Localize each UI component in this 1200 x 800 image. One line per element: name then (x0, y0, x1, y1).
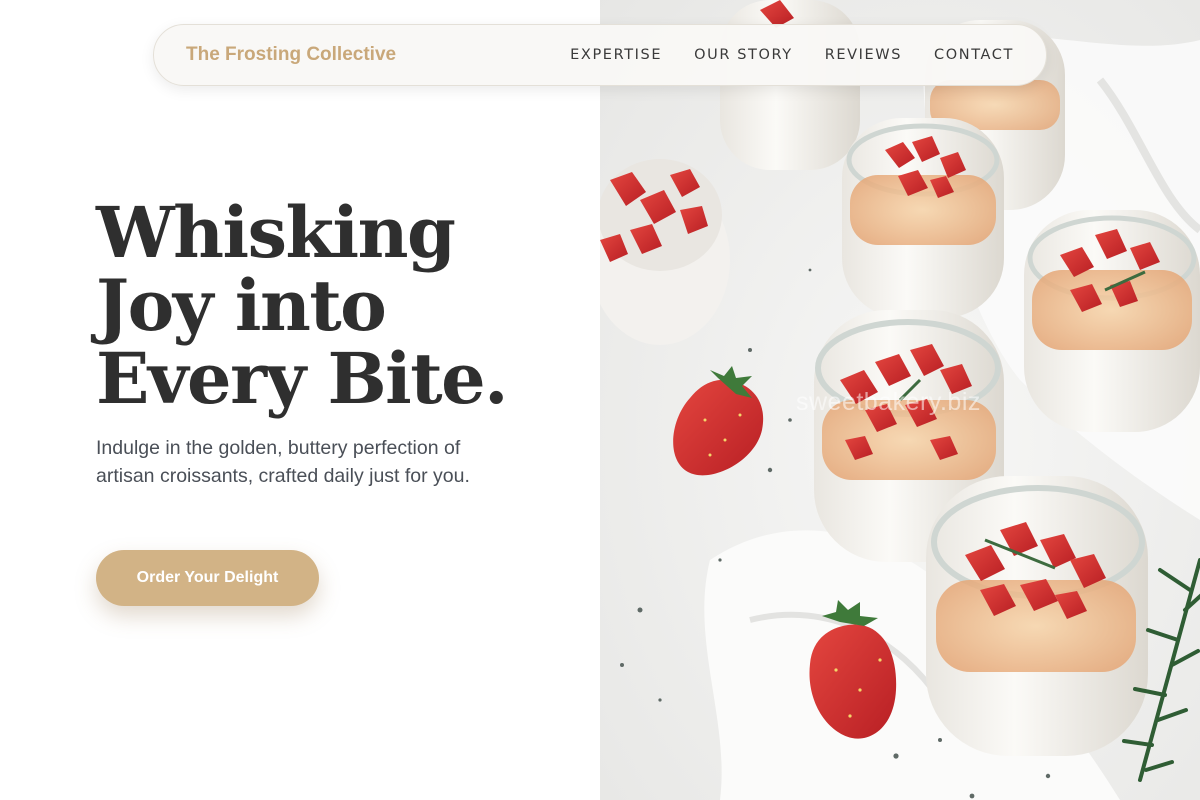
hero-headline: Whisking Joy into Every Bite. (96, 196, 576, 415)
nav-link-contact[interactable]: CONTACT (934, 47, 1014, 63)
nav-link-reviews[interactable]: REVIEWS (825, 47, 902, 63)
nav-link-our-story[interactable]: OUR STORY (694, 47, 793, 63)
hero-subtext: Indulge in the golden, buttery perfectio… (96, 437, 470, 487)
order-button[interactable]: Order Your Delight (96, 550, 319, 606)
nav-link-expertise[interactable]: EXPERTISE (570, 47, 662, 63)
nav-links: EXPERTISE OUR STORY REVIEWS CONTACT (570, 47, 1014, 63)
headline-line-3: Every Bite. (96, 337, 509, 420)
watermark-text: sweetbakery.biz (796, 388, 981, 416)
headline-line-2: Joy into (96, 264, 387, 347)
navbar: The Frosting Collective EXPERTISE OUR ST… (153, 24, 1047, 86)
headline-line-1: Whisking (96, 191, 456, 274)
brand-logo[interactable]: The Frosting Collective (186, 44, 396, 66)
hero-section: Whisking Joy into Every Bite. Indulge in… (0, 0, 600, 800)
hero-image: sweetbakery.biz (600, 0, 1200, 800)
